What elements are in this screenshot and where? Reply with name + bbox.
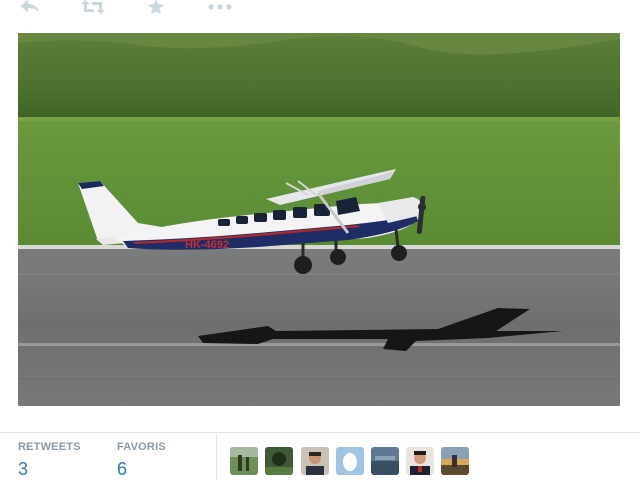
retweet-icon <box>81 0 105 14</box>
avatar-man-suit <box>406 447 434 475</box>
retweets-stat[interactable]: RETWEETS 3 <box>18 441 81 479</box>
favorites-label: FAVORIS <box>117 441 166 453</box>
avatar-man-portrait <box>301 447 329 475</box>
more-icon <box>208 4 232 10</box>
avatar-default-egg <box>336 447 364 475</box>
avatar-landscape <box>230 447 258 475</box>
user-avatar-1[interactable] <box>230 447 258 475</box>
favorites-count[interactable]: 6 <box>117 459 166 479</box>
tweet-photo[interactable]: HK-4692 <box>18 33 620 406</box>
user-avatar-5[interactable] <box>371 447 399 475</box>
airplane-landing-photo: HK-4692 <box>18 33 620 406</box>
favorite-button[interactable] <box>143 0 169 18</box>
star-icon <box>148 0 164 15</box>
user-avatar-7[interactable] <box>441 447 469 475</box>
user-avatar-4[interactable] <box>336 447 364 475</box>
more-button[interactable] <box>206 0 234 18</box>
aircraft-registration: HK-4692 <box>185 239 229 251</box>
reply-icon <box>20 0 39 13</box>
avatar-landscape-water <box>371 447 399 475</box>
retweets-count[interactable]: 3 <box>18 459 81 479</box>
reply-button[interactable] <box>17 0 43 18</box>
user-avatar-6[interactable] <box>406 447 434 475</box>
retweet-button[interactable] <box>80 0 106 18</box>
avatar-landscape-sunset <box>441 447 469 475</box>
user-avatar-3[interactable] <box>301 447 329 475</box>
favorites-stat[interactable]: FAVORIS 6 <box>117 441 166 479</box>
user-avatar-2[interactable] <box>265 447 293 475</box>
stats-divider <box>0 432 640 433</box>
retweets-label: RETWEETS <box>18 441 81 453</box>
tweet-actions <box>0 0 640 20</box>
avatar-landscape-dark <box>265 447 293 475</box>
stats-separator <box>216 434 217 480</box>
